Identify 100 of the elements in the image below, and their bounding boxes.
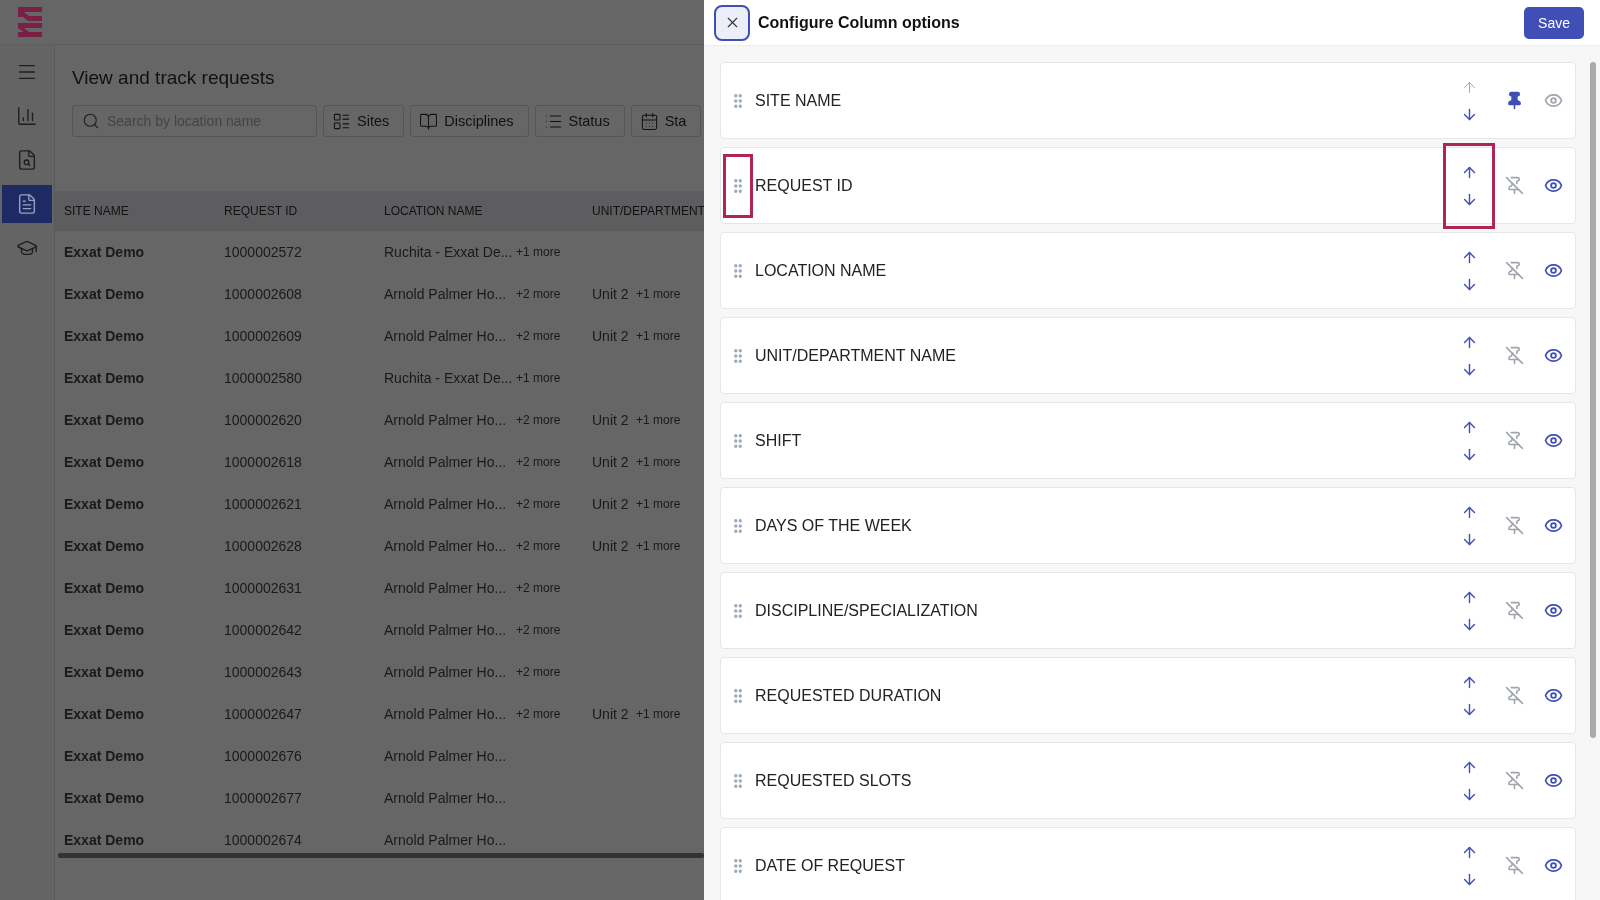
more-link[interactable]: +2 more [516, 455, 592, 469]
eye-icon[interactable] [1544, 516, 1563, 535]
table-cell-text: Exxat Demo [64, 706, 146, 722]
table-cell-text: Exxat Demo [64, 622, 146, 638]
table-cell-text: Arnold Palmer Ho... [384, 622, 508, 638]
table-cell-text: Exxat Demo [64, 664, 146, 680]
book-icon [419, 111, 439, 131]
more-link[interactable]: +1 more [636, 287, 704, 301]
table-cell-text: Exxat Demo [64, 412, 146, 428]
more-link[interactable]: +1 more [636, 497, 704, 511]
more-link[interactable]: +1 more [636, 707, 704, 721]
more-link[interactable]: +1 more [516, 371, 592, 385]
column-header: REQUEST ID [224, 204, 299, 218]
table-cell-text: 1000002620 [224, 412, 303, 428]
table-cell-text: Unit 2 [592, 454, 630, 470]
column-name: REQUEST ID [755, 176, 854, 195]
column-name: DATE OF REQUEST [755, 856, 906, 875]
table-cell-text: Exxat Demo [64, 370, 146, 386]
more-link[interactable]: +1 more [636, 413, 704, 427]
table-cell-text: 1000002609 [224, 328, 303, 344]
table-cell-text: Unit 2 [592, 706, 630, 722]
eye-icon[interactable] [1544, 771, 1563, 790]
table-cell-text: 1000002677 [224, 790, 303, 806]
filter-button[interactable]: Sites [323, 105, 405, 137]
table-cell-text: Arnold Palmer Ho... [384, 454, 508, 470]
more-link[interactable]: +2 more [516, 707, 592, 721]
more-link[interactable]: +2 more [516, 413, 592, 427]
panel-title: Configure Column options [758, 13, 961, 32]
table-cell-text: Exxat Demo [64, 328, 146, 344]
table-cell-text: Arnold Palmer Ho... [384, 496, 508, 512]
table-cell-text: 1000002674 [224, 832, 303, 848]
more-link[interactable]: +1 more [636, 455, 704, 469]
more-link[interactable]: +2 more [516, 623, 592, 637]
file-search-icon [16, 149, 38, 171]
table-cell-text: Arnold Palmer Ho... [384, 328, 508, 344]
table-cell-text: Unit 2 [592, 496, 630, 512]
scrollbar[interactable] [1590, 62, 1596, 738]
column-header: UNIT/DEPARTMENT [592, 204, 704, 218]
table-cell-text: 1000002572 [224, 244, 303, 260]
table-cell-text: Arnold Palmer Ho... [384, 664, 508, 680]
column-header: SITE NAME [64, 204, 130, 218]
more-link[interactable]: +2 more [516, 665, 592, 679]
more-link[interactable]: +1 more [636, 329, 704, 343]
close-button[interactable] [714, 4, 750, 41]
filter-button[interactable]: Disciplines [410, 105, 529, 137]
eye-icon[interactable] [1544, 431, 1563, 450]
table-cell-text: Arnold Palmer Ho... [384, 412, 508, 428]
scrollbar[interactable] [58, 853, 704, 858]
more-link[interactable]: +2 more [516, 287, 592, 301]
list-grid-icon [332, 111, 351, 131]
table-cell-text: Ruchita - Exxat De... [384, 244, 514, 260]
column-name: REQUESTED SLOTS [755, 771, 913, 790]
more-link[interactable]: +1 more [636, 539, 704, 553]
column-name: LOCATION NAME [755, 261, 888, 280]
table-cell-text: Arnold Palmer Ho... [384, 286, 508, 302]
table-cell-text: Exxat Demo [64, 790, 146, 806]
more-link[interactable]: +2 more [516, 581, 592, 595]
eye-icon[interactable] [1544, 601, 1563, 620]
column-name: DAYS OF THE WEEK [755, 516, 913, 535]
eye-icon[interactable] [1544, 686, 1563, 705]
table-cell-text: Exxat Demo [64, 244, 146, 260]
column-name: REQUESTED DURATION [755, 686, 943, 705]
table-cell-text: 1000002580 [224, 370, 303, 386]
table-cell-text: Arnold Palmer Ho... [384, 706, 508, 722]
table-cell-text: 1000002647 [224, 706, 303, 722]
filter-button[interactable]: Sta [630, 105, 702, 137]
calendar-icon [639, 111, 659, 131]
table-cell-text: 1000002631 [224, 580, 303, 596]
eye-icon[interactable] [1544, 261, 1563, 280]
search-icon [82, 112, 100, 130]
table-cell-text: Exxat Demo [64, 748, 146, 764]
table-cell-text: Arnold Palmer Ho... [384, 832, 508, 848]
table-cell-text: Exxat Demo [64, 286, 146, 302]
more-link[interactable]: +1 more [516, 245, 592, 259]
table-cell-text: 1000002676 [224, 748, 303, 764]
eye-icon[interactable] [1544, 346, 1563, 365]
table-cell-text: Unit 2 [592, 286, 630, 302]
eye-icon[interactable] [1544, 856, 1563, 875]
save-button[interactable]: Save [1524, 6, 1584, 39]
table-cell-text: Unit 2 [592, 412, 630, 428]
table-cell-text: Exxat Demo [64, 538, 146, 554]
filter-button[interactable]: Status [534, 105, 625, 137]
pin-icon[interactable] [1505, 91, 1524, 110]
nav-item[interactable] [2, 185, 52, 223]
document-icon [16, 193, 38, 215]
more-link[interactable]: +2 more [516, 497, 592, 511]
table-cell-text: Unit 2 [592, 538, 630, 554]
more-link[interactable]: +2 more [516, 329, 592, 343]
table-cell-text: Ruchita - Exxat De... [384, 370, 514, 386]
table-cell-text: Arnold Palmer Ho... [384, 748, 508, 764]
table-cell-text: Exxat Demo [64, 454, 146, 470]
table-cell-text: Arnold Palmer Ho... [384, 538, 508, 554]
table-cell-text: 1000002642 [224, 622, 303, 638]
eye-icon[interactable] [1544, 176, 1563, 195]
table-cell-text: Unit 2 [592, 328, 630, 344]
table-cell-text: Arnold Palmer Ho... [384, 580, 508, 596]
more-link[interactable]: +2 more [516, 539, 592, 553]
drag-handle[interactable] [723, 153, 753, 218]
column-name: SITE NAME [755, 91, 843, 110]
table-cell-text: 1000002618 [224, 454, 303, 470]
